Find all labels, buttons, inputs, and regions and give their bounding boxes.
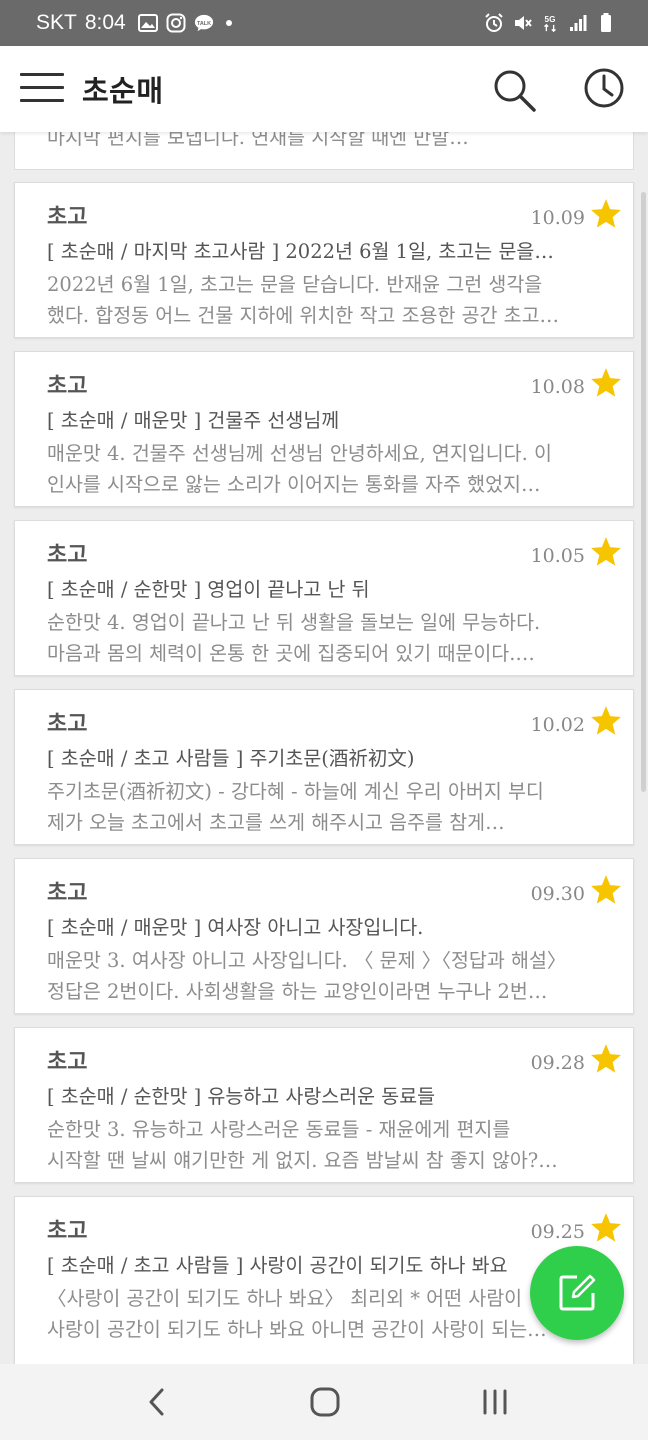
star-icon[interactable] (589, 704, 623, 738)
network-label: 5G (545, 15, 556, 24)
list-item-date: 10.08 (530, 376, 585, 398)
star-icon[interactable] (589, 366, 623, 400)
list-item-title: [ 초순매 / 매운맛 ] 건물주 선생님께 (47, 409, 340, 432)
list-item-excerpt: 매운맛 4. 건물주 선생님께 선생님 안녕하세요, 연지입니다. 이인사를 시… (47, 438, 619, 500)
list-item-category: 초고 (47, 880, 88, 906)
post-list[interactable]: 마지막 편지를 보냅니다. 연재를 시작할 때엔 만발… 초고 10.09 [ 초순… (0, 132, 648, 1364)
search-icon (494, 70, 536, 112)
list-item[interactable]: 초고 09.30 [ 초순매 / 매운맛 ] 여사장 아니고 사장입니다. 매운맛 3… (14, 858, 634, 1014)
star-icon[interactable] (589, 197, 623, 231)
compose-icon (559, 1274, 596, 1311)
star-icon[interactable] (589, 1042, 623, 1076)
recents-icon (483, 1389, 507, 1415)
excerpt-line: 했다. 합정동 어느 건물 지하에 위치한 작고 조용한 공간 초고… (47, 304, 560, 327)
excerpt-line: 인사를 시작으로 앓는 소리가 이어지는 통화를 자주 했었지… (47, 473, 541, 496)
list-item-title: [ 초순매 / 마지막 초고사람 ] 2022년 6월 1일, 초고는 문을… (47, 240, 554, 263)
home-icon (310, 1387, 340, 1417)
compose-button[interactable] (530, 1246, 624, 1340)
excerpt-line: 시작할 땐 날씨 얘기만한 게 없지. 요즘 밤날씨 참 좋지 않아?… (47, 1149, 558, 1172)
notification-dot-icon (225, 20, 232, 26)
kakaotalk-icon: TALK (194, 13, 214, 33)
excerpt-line: 정답은 2번이다. 사회생활을 하는 교양인이라면 누구나 2번… (47, 980, 548, 1003)
list-item-category: 초고 (47, 542, 88, 568)
list-item[interactable]: 초고 10.09 [ 초순매 / 마지막 초고사람 ] 2022년 6월 1일, 초… (14, 182, 634, 338)
list-item-date: 10.05 (530, 545, 585, 567)
recents-button[interactable] (480, 1386, 510, 1418)
excerpt-line: 제가 오늘 초고에서 초고를 쓰게 해주시고 음주를 참게… (47, 811, 505, 834)
history-icon (584, 68, 624, 108)
battery-icon (596, 13, 616, 33)
gallery-icon (137, 13, 158, 33)
menu-button[interactable] (20, 70, 64, 106)
list-item[interactable]: 초고 10.02 [ 초순매 / 초고 사람들 ] 주기초문(酒祈初文) 주기초문(酒… (14, 689, 634, 845)
list-item-date: 09.28 (530, 1052, 585, 1074)
list-item-category: 초고 (47, 373, 88, 399)
list-item-excerpt: 매운맛 3. 여사장 아니고 사장입니다. 〈 문제 〉〈정답과 해설〉 정답은 … (47, 945, 619, 1007)
home-button[interactable] (308, 1385, 342, 1419)
list-item-excerpt: 2022년 6월 1일, 초고는 문을 닫습니다. 반재윤 그런 생각을했다. … (47, 269, 619, 331)
alarm-icon (484, 13, 504, 33)
list-item-partial[interactable]: 마지막 편지를 보냅니다. 연재를 시작할 때엔 만발… (14, 132, 634, 170)
excerpt-line: 매운맛 3. 여사장 아니고 사장입니다. 〈 문제 〉〈정답과 해설〉 (47, 949, 567, 972)
search-button[interactable] (490, 66, 538, 114)
excerpt-line: 순한맛 4. 영업이 끝나고 난 뒤 생활을 돌보는 일에 무능하다. (47, 611, 541, 634)
instagram-icon (166, 13, 186, 33)
list-item-date: 10.02 (530, 714, 585, 736)
status-time: 8:04 (84, 11, 126, 34)
excerpt-line: 마음과 몸의 체력이 온통 한 곳에 집중되어 있기 때문이다.… (47, 642, 535, 665)
star-icon[interactable] (589, 873, 623, 907)
list-item-title: [ 초순매 / 순한맛 ] 유능하고 사랑스러운 동료들 (47, 1085, 436, 1108)
list-item-category: 초고 (47, 1218, 88, 1244)
excerpt-line: 2022년 6월 1일, 초고는 문을 닫습니다. 반재윤 그런 생각을 (47, 273, 543, 296)
star-icon[interactable] (589, 535, 623, 569)
list-item-category: 초고 (47, 204, 88, 230)
signal-icon (568, 13, 588, 33)
list-item-excerpt: 순한맛 4. 영업이 끝나고 난 뒤 생활을 돌보는 일에 무능하다. 마음과 몸… (47, 607, 619, 669)
system-nav-bar (0, 1364, 648, 1440)
scrollbar[interactable] (641, 192, 646, 792)
mute-icon (512, 13, 532, 33)
star-icon[interactable] (589, 1211, 623, 1245)
status-bar: SKT 8:04 TALK 5G (0, 0, 648, 46)
list-item-title: [ 초순매 / 매운맛 ] 여사장 아니고 사장입니다. (47, 916, 424, 939)
list-item-date: 09.30 (530, 883, 585, 905)
page-title: 초순매 (82, 74, 164, 108)
carrier-label: SKT (36, 11, 77, 34)
list-item-excerpt: 주기초문(酒祈初文) - 강다혜 - 하늘에 계신 우리 아버지 부디제가 오늘… (47, 776, 619, 838)
list-item-title: [ 초순매 / 순한맛 ] 영업이 끝나고 난 뒤 (47, 578, 370, 601)
list-item-date: 10.09 (530, 207, 585, 229)
5g-icon: 5G (540, 13, 560, 33)
excerpt-line: 사랑이 공간이 되기도 하나 봐요 아니면 공간이 사랑이 되는… (47, 1318, 547, 1341)
list-item-date: 09.25 (530, 1221, 585, 1243)
list-item-excerpt: 순한맛 3. 유능하고 사랑스러운 동료들 - 재윤에게 편지를시작할 땐 날씨… (47, 1114, 619, 1176)
excerpt-line: 순한맛 3. 유능하고 사랑스러운 동료들 - 재윤에게 편지를 (47, 1118, 511, 1141)
list-item[interactable]: 초고 10.05 [ 초순매 / 순한맛 ] 영업이 끝나고 난 뒤순한맛 4. 영… (14, 520, 634, 676)
excerpt-line: 매운맛 4. 건물주 선생님께 선생님 안녕하세요, 연지입니다. 이 (47, 442, 552, 465)
history-button[interactable] (582, 66, 626, 110)
back-button[interactable] (142, 1386, 174, 1418)
back-icon (149, 1388, 164, 1416)
app-bar: 초순매 (0, 46, 648, 132)
menu-icon (20, 73, 64, 76)
list-item[interactable]: 초고 10.08 [ 초순매 / 매운맛 ] 건물주 선생님께매운맛 4. 건물주 … (14, 351, 634, 507)
list-item[interactable]: 초고 09.28 [ 초순매 / 순한맛 ] 유능하고 사랑스러운 동료들순한맛 3… (14, 1027, 634, 1183)
list-item-category: 초고 (47, 711, 88, 737)
list-item-excerpt: 마지막 편지를 보냅니다. 연재를 시작할 때엔 만발… (47, 132, 469, 149)
list-item-category: 초고 (47, 1049, 88, 1075)
excerpt-line: 주기초문(酒祈初文) - 강다혜 - 하늘에 계신 우리 아버지 부디 (47, 780, 544, 803)
svg-text:TALK: TALK (197, 21, 211, 27)
list-item-title: [ 초순매 / 초고 사람들 ] 주기초문(酒祈初文) (47, 747, 415, 770)
